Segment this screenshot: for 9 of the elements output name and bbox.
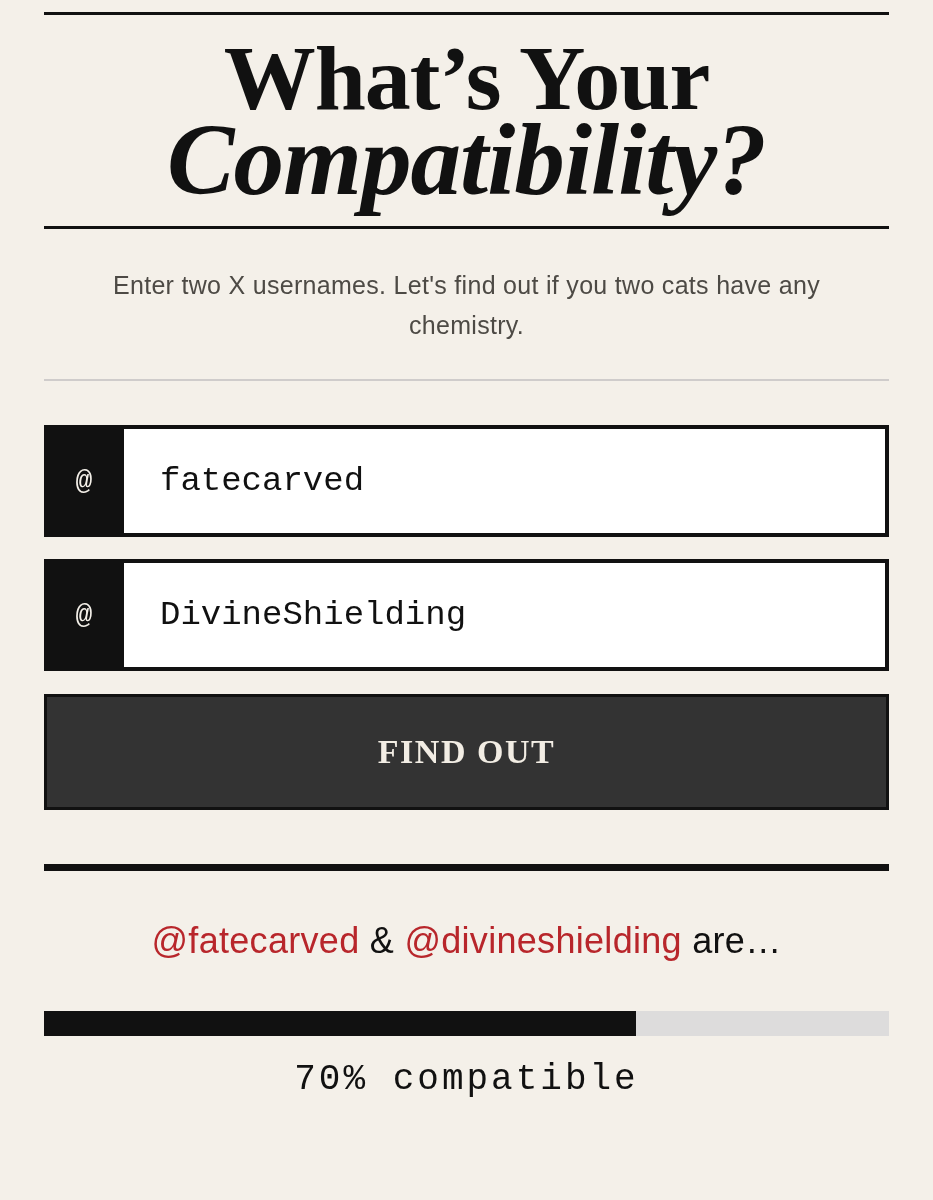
at-prefix: @ [44, 559, 124, 671]
find-out-button[interactable]: FIND OUT [44, 694, 889, 810]
at-prefix: @ [44, 425, 124, 537]
result-sentence: @fatecarved & @divineshielding are… [150, 919, 783, 963]
intro-text: Enter two X usernames. Let's find out if you two cats have any chemistry. [111, 270, 822, 341]
compatibility-reading: 70% compatible [293, 1058, 640, 1102]
page-title: What’s Your Compatibility? [166, 26, 767, 218]
username-input[interactable]: fatecarved [124, 425, 889, 537]
username-input[interactable]: DivineShielding [124, 559, 889, 671]
